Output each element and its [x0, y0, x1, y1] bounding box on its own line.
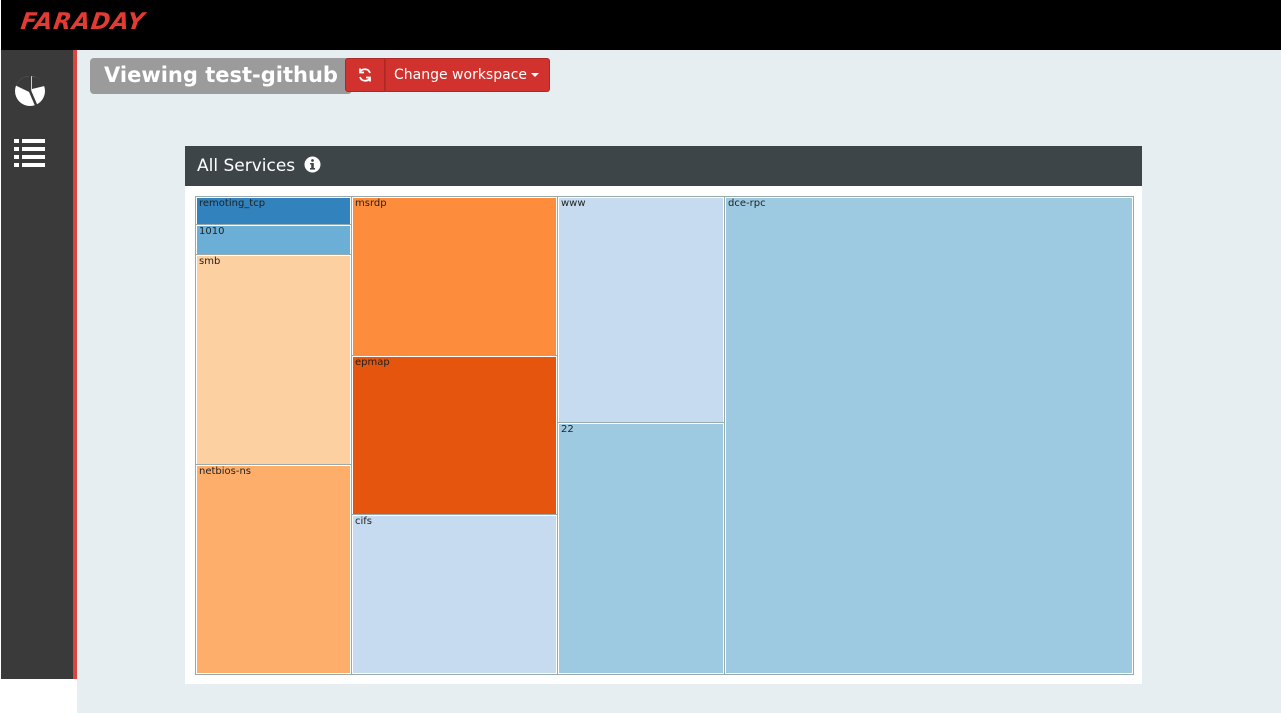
refresh-icon	[359, 68, 371, 82]
treemap-cell-www[interactable]: www	[557, 196, 725, 424]
main-content: Viewing test-github Change workspace All…	[77, 50, 1281, 713]
change-workspace-button[interactable]: Change workspace	[385, 58, 550, 92]
pie-chart-icon[interactable]	[13, 74, 47, 108]
caret-down-icon	[531, 73, 539, 77]
treemap-cell-22[interactable]: 22	[557, 422, 725, 675]
treemap-cell-msrdp[interactable]: msrdp	[351, 196, 558, 357]
info-icon[interactable]	[304, 148, 321, 188]
list-icon[interactable]	[13, 136, 47, 170]
treemap-cell-netbios-ns[interactable]: netbios-ns	[195, 464, 352, 675]
services-panel: All Services remoting_tcp 1010 smb netbi…	[185, 146, 1142, 684]
treemap-cell-epmap[interactable]: epmap	[351, 355, 558, 516]
workspace-button-group: Change workspace	[345, 58, 550, 92]
top-navbar: FARADAY	[1, 0, 1281, 50]
refresh-button[interactable]	[345, 58, 385, 92]
treemap-cell-1010[interactable]: 1010	[195, 224, 352, 256]
panel-title: All Services	[197, 156, 296, 176]
treemap-cell-smb[interactable]: smb	[195, 254, 352, 466]
change-workspace-label: Change workspace	[394, 67, 527, 83]
workspace-title: Viewing test-github	[90, 58, 352, 94]
faraday-logo[interactable]: FARADAY	[19, 9, 147, 35]
sidebar	[1, 50, 73, 679]
panel-header: All Services	[185, 146, 1142, 186]
treemap-cell-remoting-tcp[interactable]: remoting_tcp	[195, 196, 352, 226]
services-treemap: remoting_tcp 1010 smb netbios-ns msrdp e…	[195, 196, 1134, 675]
treemap-cell-dce-rpc[interactable]: dce-rpc	[724, 196, 1134, 675]
treemap-cell-cifs[interactable]: cifs	[351, 514, 558, 675]
